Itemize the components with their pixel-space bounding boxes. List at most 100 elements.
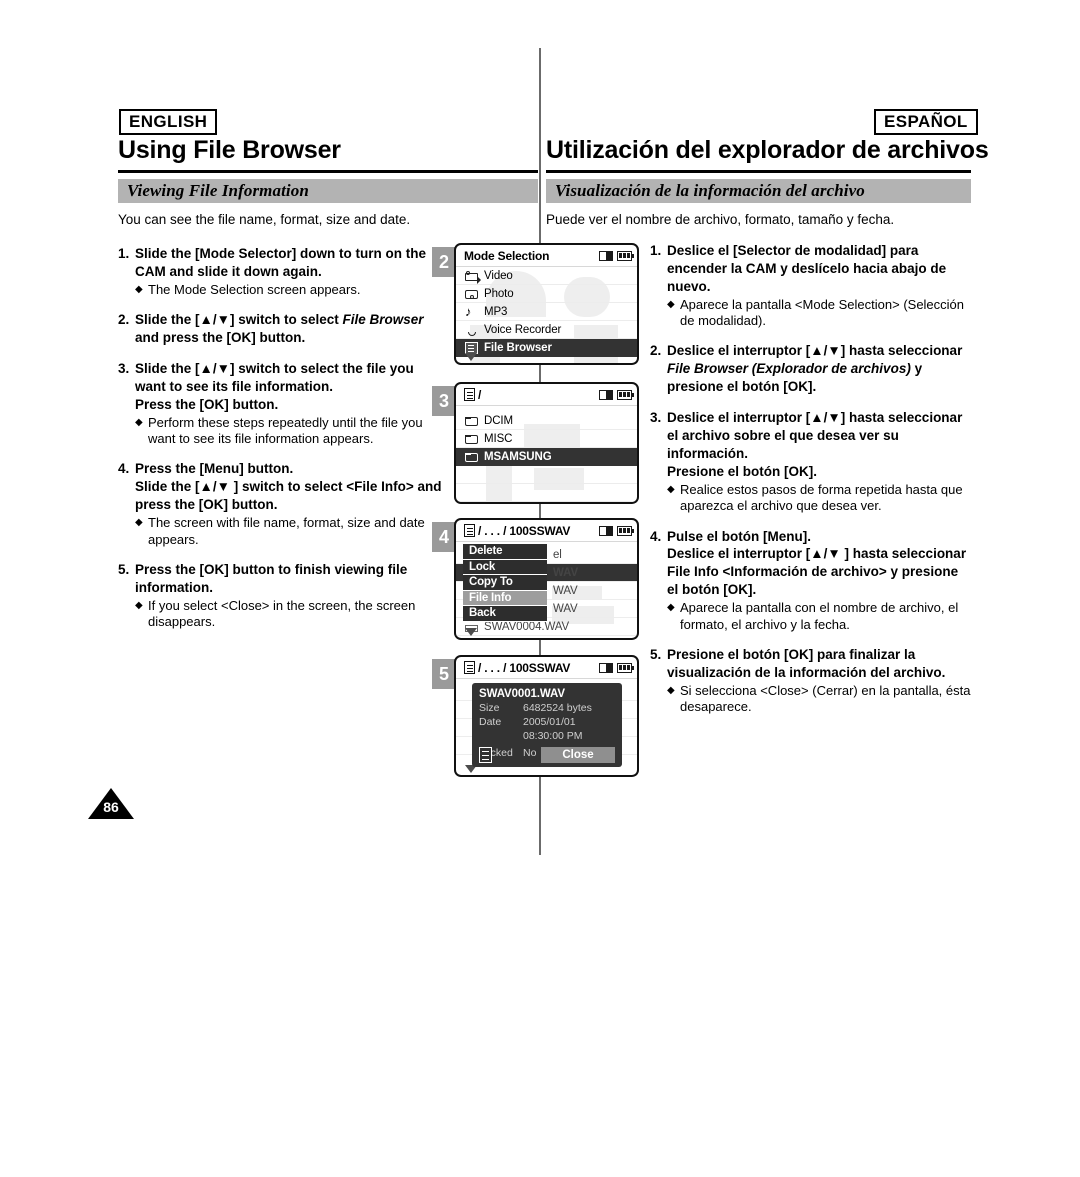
lcd-body-5: SWAV0001.WAV Size 6482524 bytes Date 200… <box>456 679 637 775</box>
menu-item-back[interactable]: Back <box>463 606 547 622</box>
menu-item-file-info[interactable]: File Info <box>463 590 547 606</box>
date-value: 2005/01/01 <box>523 715 576 728</box>
lcd-screen-5: / . . . / 100SSWAV SWAV0001.WAV Size 648… <box>454 655 639 777</box>
step-bullet: ◆ The screen with file name, format, size… <box>135 515 443 548</box>
document-icon <box>479 747 492 763</box>
step-body: Deslice el interruptor [▲/▼] hasta selec… <box>667 342 972 396</box>
memory-card-icon <box>599 389 613 400</box>
page-title-spanish: Utilización del explorador de archivos <box>546 136 989 164</box>
step-title-emphasis: File Browser (Explorador de archivos) <box>667 361 911 377</box>
menu-item-copy-to[interactable]: Copy To <box>463 575 547 591</box>
list-item-label: WAV <box>553 602 578 615</box>
file-info-row-size: Size 6482524 bytes <box>479 702 615 716</box>
diamond-bullet-icon: ◆ <box>135 283 143 295</box>
page-number-value: 86 <box>103 799 119 815</box>
step-title: Slide the [▲/▼] switch to select File Br… <box>135 312 424 346</box>
list-item-label: el <box>553 548 562 561</box>
list-item-label: Photo <box>484 287 514 300</box>
step-bullet-text: Perform these steps repeatedly until the… <box>148 414 423 447</box>
page-title-english: Using File Browser <box>118 136 341 164</box>
file-info-row-date: Date 2005/01/01 <box>479 716 615 730</box>
step-badge-5: 5 <box>432 659 456 689</box>
step-body: Press the [OK] button to finish viewing … <box>135 561 443 630</box>
language-tag-spanish: ESPAÑOL <box>874 109 978 135</box>
lcd-body-4: el WAV WAV WAV SWAV0004.WAV Delete Lock … <box>456 542 637 638</box>
intro-text-spanish: Puede ver el nombre de archivo, formato,… <box>546 212 895 227</box>
list-item-label: MSAMSUNG <box>484 450 552 463</box>
camera-icon <box>465 290 478 299</box>
instruction-list-spanish: 1. Deslice el [Selector de modalidad] par… <box>650 242 972 728</box>
step-number: 5. <box>118 561 130 577</box>
time-label <box>479 730 523 744</box>
instruction-step: 3. Slide the [▲/▼] switch to select the f… <box>118 360 443 447</box>
step-title-secondary: Presione el botón [OK]. <box>667 464 818 480</box>
list-item-selected[interactable]: File Browser <box>456 339 637 357</box>
lcd-title-5: / . . . / 100SSWAV <box>464 661 599 675</box>
step-bullet: ◆ The Mode Selection screen appears. <box>135 282 443 298</box>
list-item-label: Video <box>484 269 513 282</box>
menu-item-delete[interactable]: Delete <box>463 544 547 560</box>
memory-card-icon <box>599 525 613 536</box>
step-number: 3. <box>650 410 662 426</box>
close-button[interactable]: Close <box>541 747 615 763</box>
list-item[interactable]: ♪ MP3 <box>456 303 637 321</box>
title-rule-spanish <box>546 170 971 173</box>
section-heading-english: Viewing File Information <box>118 179 538 203</box>
folder-icon <box>465 453 478 462</box>
list-item[interactable]: Video <box>456 267 637 285</box>
instruction-step: 1. Deslice el [Selector de modalidad] par… <box>650 242 972 329</box>
status-icons-4 <box>599 525 634 536</box>
step-title: Slide the [▲/▼] switch to select the fil… <box>135 361 414 395</box>
intro-text-english: You can see the file name, format, size … <box>118 212 411 227</box>
lcd-header-3: / <box>456 384 637 406</box>
battery-icon <box>617 662 634 673</box>
step-body: Slide the [▲/▼] switch to select File Br… <box>135 311 443 347</box>
manual-page: ENGLISH ESPAÑOL Using File Browser Utili… <box>0 0 1080 1177</box>
battery-icon <box>617 525 634 536</box>
lcd-screen-4: / . . . / 100SSWAV el WAV WAV WAV SWAV00… <box>454 518 639 640</box>
size-value: 6482524 bytes <box>523 702 592 714</box>
list-item-label: File Browser <box>484 341 552 354</box>
step-bullet: ◆ Perform these steps repeatedly until th… <box>135 415 443 448</box>
language-tag-english: ENGLISH <box>119 109 218 135</box>
step-bullet-text: Si selecciona <Close> (Cerrar) en la pan… <box>680 682 971 714</box>
list-item-selected[interactable]: MSAMSUNG <box>456 448 637 466</box>
instruction-list-english: 1. Slide the [Mode Selector] down to turn… <box>118 245 443 643</box>
battery-icon <box>617 250 634 261</box>
document-icon <box>464 388 475 401</box>
step-bullet-text: Aparece la pantalla <Mode Selection> (Se… <box>680 296 965 329</box>
lcd-title-3: / <box>464 388 599 402</box>
step-title: Press the [Menu] button. <box>135 461 294 477</box>
step-number: 4. <box>650 528 662 544</box>
list-item[interactable]: Voice Recorder <box>456 321 637 339</box>
file-info-dialog: SWAV0001.WAV Size 6482524 bytes Date 200… <box>472 683 622 767</box>
list-item-label: DCIM <box>484 414 513 427</box>
menu-item-lock[interactable]: Lock <box>463 559 547 575</box>
breadcrumb: / . . . / 100SSWAV <box>478 523 571 538</box>
step-badge-4: 4 <box>432 522 456 552</box>
step-bullet-text: If you select <Close> in the screen, the… <box>148 597 416 629</box>
lcd-title-2: Mode Selection <box>464 248 550 263</box>
list-item[interactable]: MISC <box>456 430 637 448</box>
step-bullet: ◆ Aparece la pantalla con el nombre de ar… <box>667 600 972 633</box>
folder-icon <box>465 417 478 426</box>
step-body: Pulse el botón [Menu]. Deslice el interru… <box>667 528 972 633</box>
scroll-down-arrow-icon[interactable] <box>465 353 477 361</box>
date-label: Date <box>479 715 502 728</box>
step-number: 1. <box>650 243 662 258</box>
file-name-value: SWAV0001.WAV <box>479 688 565 700</box>
step-bullet-text: The screen with file name, format, size … <box>148 515 425 547</box>
time-value: 08:30:00 PM <box>523 729 583 742</box>
step-badge-3: 3 <box>432 386 456 416</box>
scroll-down-arrow-icon[interactable] <box>465 628 477 636</box>
step-bullet: ◆ Realice estos pasos de forma repetida h… <box>667 482 972 515</box>
step-body: Deslice el [Selector de modalidad] para … <box>667 242 972 329</box>
diamond-bullet-icon: ◆ <box>135 416 143 428</box>
step-title: Pulse el botón [Menu]. <box>667 528 811 544</box>
list-item[interactable]: DCIM <box>456 412 637 430</box>
status-icons-5 <box>599 662 634 673</box>
list-item[interactable]: Photo <box>456 285 637 303</box>
diamond-bullet-icon: ◆ <box>135 517 143 529</box>
step-title: Deslice el [Selector de modalidad] para … <box>667 243 947 294</box>
lcd-title-4: / . . . / 100SSWAV <box>464 524 599 538</box>
